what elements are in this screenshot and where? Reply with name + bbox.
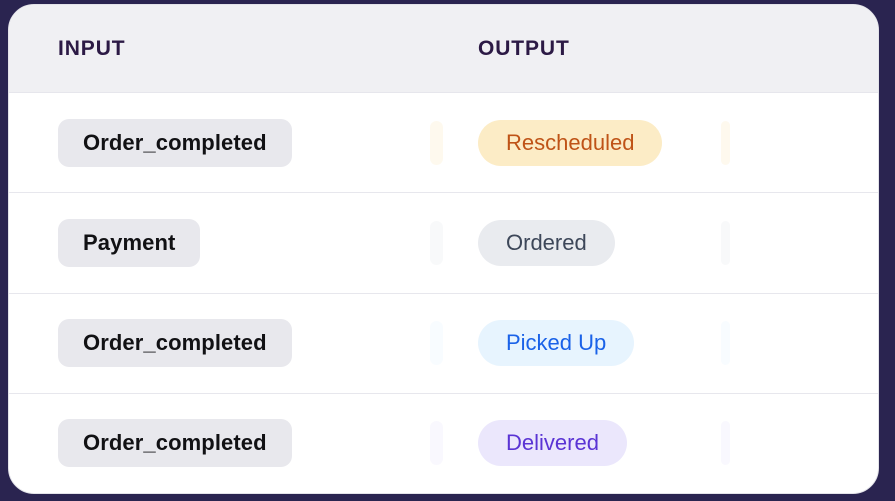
- input-pill[interactable]: Payment: [58, 218, 201, 267]
- status-badge[interactable]: Delivered: [478, 420, 627, 467]
- cell-output: Picked Up: [430, 320, 878, 367]
- input-pill[interactable]: Order_completed: [58, 118, 292, 167]
- column-header-output: OUTPUT: [478, 36, 570, 60]
- status-badge[interactable]: Rescheduled: [478, 119, 663, 166]
- table-row: Order_completed Delivered: [9, 394, 878, 493]
- input-pill[interactable]: Order_completed: [58, 319, 292, 368]
- table-header-row: INPUT OUTPUT: [9, 5, 878, 93]
- table-row: Order_completed Picked Up: [9, 294, 878, 394]
- cell-output: Rescheduled: [430, 119, 878, 166]
- badge-sliver-right: [721, 120, 730, 165]
- cell-output: Delivered: [430, 420, 878, 467]
- table-row: Payment Ordered: [9, 193, 878, 294]
- io-table-card: INPUT OUTPUT Order_completed Rescheduled…: [8, 4, 879, 494]
- cell-output: Ordered: [430, 219, 878, 266]
- input-pill[interactable]: Order_completed: [58, 419, 292, 468]
- badge-sliver-right: [721, 321, 730, 366]
- table-body: Order_completed Rescheduled Payment Orde…: [9, 93, 878, 493]
- cell-input: Order_completed: [9, 118, 469, 167]
- cell-input: Order_completed: [9, 419, 469, 468]
- column-header-input: INPUT: [58, 36, 126, 60]
- badge-sliver-right: [721, 421, 730, 466]
- status-badge[interactable]: Ordered: [478, 219, 615, 266]
- status-badge[interactable]: Picked Up: [478, 320, 635, 367]
- cell-input: Payment: [9, 218, 469, 267]
- cell-input: Order_completed: [9, 319, 469, 368]
- table-row: Order_completed Rescheduled: [9, 93, 878, 194]
- badge-sliver-right: [721, 220, 730, 265]
